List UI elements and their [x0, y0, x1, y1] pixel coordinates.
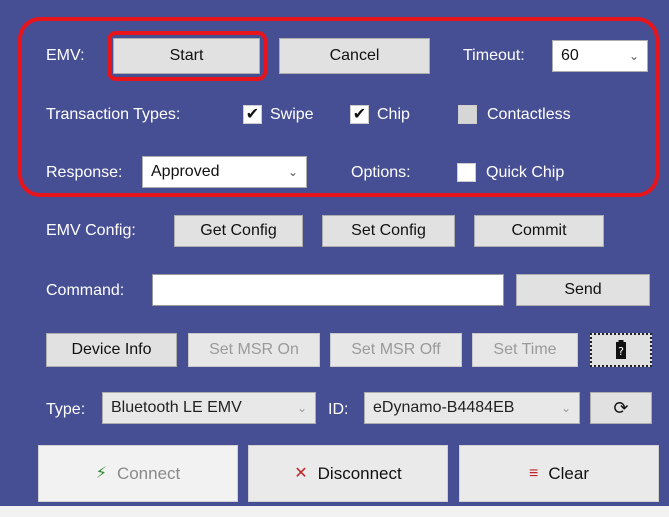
id-value: eDynamo-B4484EB [373, 399, 515, 416]
disconnect-button[interactable]: ✕ Disconnect [248, 445, 448, 502]
set-time-button[interactable]: Set Time [472, 333, 578, 367]
quick-chip-checkbox[interactable] [457, 163, 476, 182]
refresh-icon: ⟳ [613, 398, 629, 418]
type-label: Type: [46, 401, 86, 418]
id-select[interactable]: eDynamo-B4484EB ⌄ [364, 392, 580, 424]
chevron-down-icon: ⌄ [560, 401, 571, 415]
type-select[interactable]: Bluetooth LE EMV ⌄ [102, 392, 316, 424]
timeout-value: 60 [561, 47, 579, 64]
set-msr-on-button[interactable]: Set MSR On [188, 333, 320, 367]
response-label: Response: [46, 164, 123, 181]
chevron-down-icon: ⌄ [296, 401, 307, 415]
battery-button[interactable]: ? [590, 333, 652, 367]
refresh-button[interactable]: ⟳ [590, 392, 652, 424]
response-value: Approved [151, 163, 220, 180]
plug-disconnect-icon: ✕ [294, 464, 308, 482]
start-button[interactable]: Start [113, 38, 260, 74]
id-label: ID: [328, 401, 349, 418]
transaction-types-label: Transaction Types: [46, 106, 181, 123]
clear-button[interactable]: ≡ Clear [459, 445, 659, 502]
set-msr-off-button[interactable]: Set MSR Off [330, 333, 462, 367]
check-icon: ✔ [245, 105, 260, 123]
swipe-label: Swipe [270, 106, 314, 123]
command-label: Command: [46, 282, 125, 299]
disconnect-label: Disconnect [317, 463, 402, 483]
commit-button[interactable]: Commit [474, 215, 604, 247]
send-button[interactable]: Send [516, 274, 650, 306]
cancel-button[interactable]: Cancel [279, 38, 430, 74]
timeout-label: Timeout: [463, 47, 525, 64]
emv-panel: EMV: Start Cancel Timeout: 60 ⌄ Transact… [0, 0, 669, 517]
timeout-select[interactable]: 60 ⌄ [552, 40, 648, 72]
check-icon: ✔ [352, 105, 367, 123]
battery-question-icon: ? [616, 340, 626, 359]
get-config-button[interactable]: Get Config [174, 215, 303, 247]
chevron-down-icon: ⌄ [287, 165, 298, 179]
swipe-checkbox[interactable]: ✔ [243, 105, 262, 124]
clear-icon: ≡ [529, 464, 539, 482]
response-select[interactable]: Approved ⌄ [142, 156, 307, 188]
connect-label: Connect [116, 463, 181, 483]
connect-button[interactable]: ⚡ Connect [38, 445, 238, 502]
contactless-checkbox[interactable] [458, 105, 477, 124]
options-label: Options: [351, 164, 411, 181]
type-value: Bluetooth LE EMV [111, 399, 242, 416]
contactless-label: Contactless [487, 106, 571, 123]
clear-label: Clear [548, 463, 589, 483]
chip-label: Chip [377, 106, 410, 123]
bottom-strip [0, 506, 669, 517]
plug-connect-icon: ⚡ [95, 464, 107, 482]
emv-label: EMV: [46, 47, 85, 64]
quick-chip-label: Quick Chip [486, 164, 565, 181]
chip-checkbox[interactable]: ✔ [350, 105, 369, 124]
set-config-button[interactable]: Set Config [322, 215, 455, 247]
chevron-down-icon: ⌄ [628, 49, 639, 63]
device-info-button[interactable]: Device Info [46, 333, 177, 367]
command-input[interactable] [152, 274, 504, 306]
emv-config-label: EMV Config: [46, 222, 136, 239]
svg-text:?: ? [618, 345, 624, 358]
